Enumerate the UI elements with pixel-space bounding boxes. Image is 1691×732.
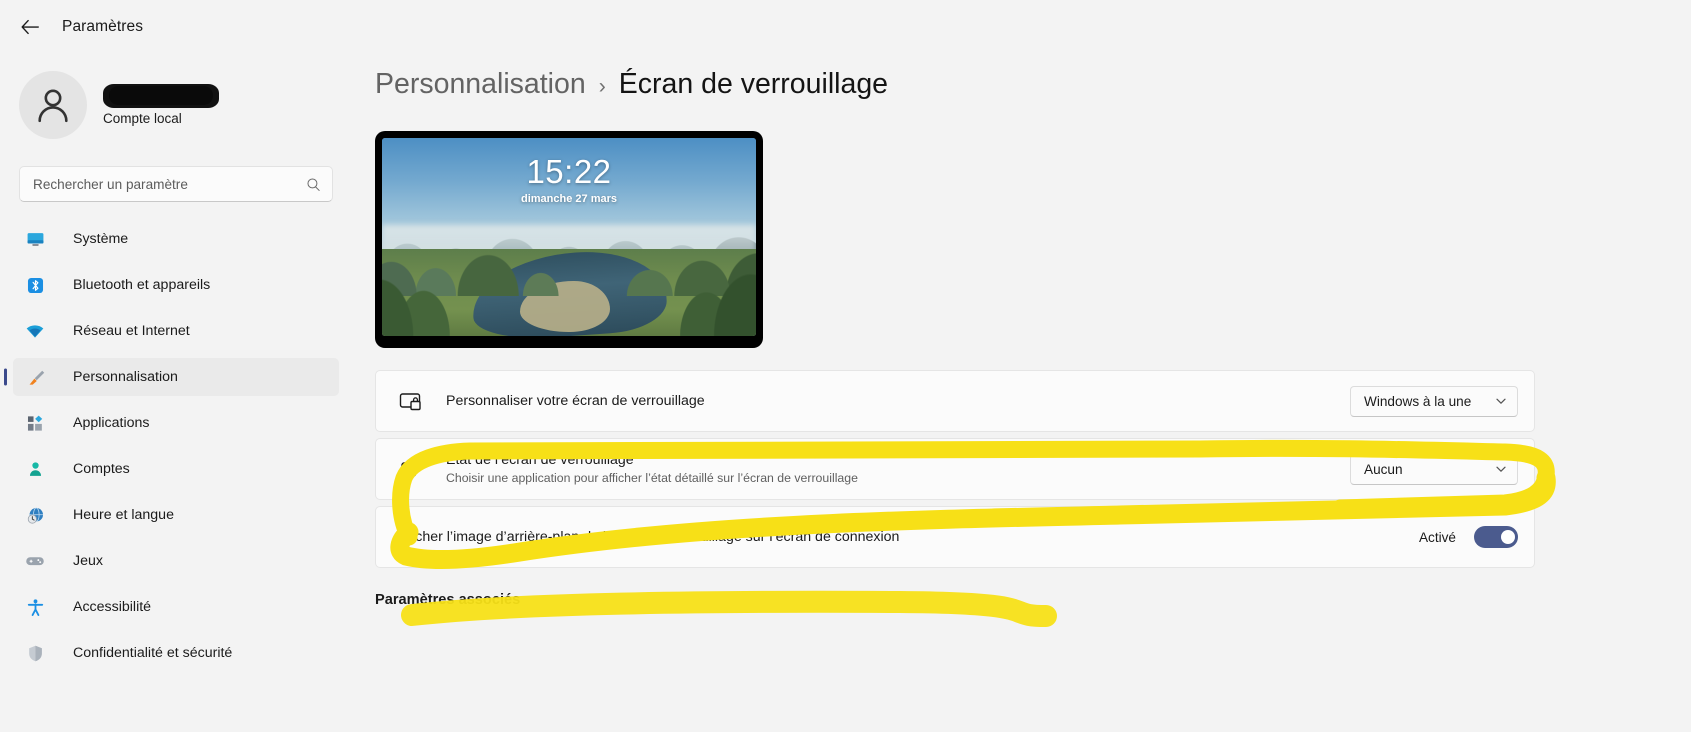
account-person-icon: [23, 458, 47, 480]
monitor-icon: [23, 228, 47, 250]
sidebar-item-reseau-et-internet[interactable]: Réseau et Internet: [13, 312, 339, 350]
main-content: Personnalisation › Écran de verrouillage…: [352, 54, 1691, 732]
page-title: Écran de verrouillage: [618, 68, 889, 100]
back-arrow-icon: [21, 19, 39, 35]
sidebar-item-systeme[interactable]: Système: [13, 220, 339, 258]
sidebar-item-label: Jeux: [73, 553, 103, 569]
search-input[interactable]: [33, 176, 305, 192]
row-subtitle: Choisir une application pour afficher l’…: [446, 470, 858, 485]
settings-window: Paramètres Compte local Rechercher un pa…: [0, 0, 1691, 732]
row-texts: Afficher l’image d’arrière-plan de l’écr…: [395, 528, 1419, 546]
account-info: Compte local: [103, 84, 219, 126]
title-bar: Paramètres: [0, 0, 1691, 54]
row-title: Afficher l’image d’arrière-plan de l’écr…: [395, 528, 900, 545]
sidebar-item-comptes[interactable]: Comptes: [13, 450, 339, 488]
row-control: Activé: [1419, 526, 1518, 548]
paintbrush-icon: [23, 366, 47, 388]
toggle-knob: [1501, 530, 1515, 544]
settings-list: Personnaliser votre écran de verrouillag…: [375, 370, 1535, 568]
sidebar-item-applications[interactable]: Applications: [13, 404, 339, 442]
dropdown-value: Aucun: [1364, 461, 1403, 477]
search-icon[interactable]: [305, 176, 322, 193]
breadcrumb-separator: ›: [598, 75, 606, 98]
chevron-down-icon: [1496, 398, 1506, 404]
show-background-toggle[interactable]: [1474, 526, 1518, 548]
sidebar-item-label: Accessibilité: [73, 599, 152, 615]
lock-screen-status-dropdown[interactable]: Aucun: [1350, 453, 1518, 485]
sidebar-item-label: Comptes: [73, 461, 130, 477]
shield-icon: [23, 642, 47, 664]
sidebar-item-personnalisation[interactable]: Personnalisation: [13, 358, 339, 396]
sidebar-item-bluetooth-et-appareils[interactable]: Bluetooth et appareils: [13, 266, 339, 304]
lock-screen-wallpaper: 15:22 dimanche 27 mars: [382, 138, 756, 336]
row-show-background-on-signin[interactable]: Afficher l’image d’arrière-plan de l’écr…: [375, 506, 1535, 568]
chevron-down-icon: [1496, 466, 1506, 472]
sidebar-item-jeux[interactable]: Jeux: [13, 542, 339, 580]
lock-screen-icon: [395, 385, 427, 417]
row-lock-screen-status[interactable]: État de l’écran de verrouillage Choisir …: [375, 438, 1535, 500]
sidebar-item-label: Bluetooth et appareils: [73, 277, 211, 293]
sidebar-item-heure-et-langue[interactable]: Heure et langue: [13, 496, 339, 534]
row-personalize-lock-screen[interactable]: Personnaliser votre écran de verrouillag…: [375, 370, 1535, 432]
lock-screen-preview[interactable]: 15:22 dimanche 27 mars: [375, 131, 763, 348]
row-texts: État de l’écran de verrouillage Choisir …: [446, 451, 1350, 486]
gamepad-icon: [23, 550, 47, 572]
row-control: Aucun: [1350, 453, 1518, 485]
row-title: État de l’écran de verrouillage: [446, 452, 634, 469]
clock-globe-icon: [23, 504, 47, 526]
row-texts: Personnaliser votre écran de verrouillag…: [446, 392, 1350, 410]
account-name-redacted: [103, 84, 219, 108]
row-title: Personnaliser votre écran de verrouillag…: [446, 392, 705, 409]
bluetooth-icon: [23, 274, 47, 296]
back-button[interactable]: [12, 9, 48, 45]
row-control: Windows à la une: [1350, 385, 1518, 417]
breadcrumb-parent-link[interactable]: Personnalisation: [375, 68, 586, 101]
sidebar-item-label: Applications: [73, 415, 150, 431]
sidebar-nav: Système Bluetooth et appareils Réseau et…: [0, 220, 352, 672]
dropdown-value: Windows à la une: [1364, 393, 1472, 409]
sidebar-item-accessibilite[interactable]: Accessibilité: [13, 588, 339, 626]
personalize-lock-screen-dropdown[interactable]: Windows à la une: [1350, 385, 1518, 417]
wallpaper-near-mountains: [382, 256, 756, 336]
apps-icon: [23, 412, 47, 434]
breadcrumb: Personnalisation › Écran de verrouillage: [352, 54, 1691, 112]
sidebar-item-confidentialite-et-securite[interactable]: Confidentialité et sécurité: [13, 634, 339, 672]
sidebar-item-label: Heure et langue: [73, 507, 174, 523]
sidebar-item-label: Personnalisation: [73, 369, 178, 385]
search-box[interactable]: [19, 166, 333, 202]
window-title: Paramètres: [62, 18, 144, 35]
sidebar: Compte local Système: [0, 54, 352, 732]
avatar: [19, 71, 87, 139]
lock-screen-status-icon: [395, 453, 427, 485]
person-avatar-icon: [38, 89, 68, 123]
related-settings-heading: Paramètres associés: [375, 592, 521, 608]
wifi-icon: [23, 320, 47, 342]
sidebar-item-label: Réseau et Internet: [73, 323, 190, 339]
account-summary[interactable]: Compte local: [0, 54, 352, 146]
sidebar-item-label: Système: [73, 231, 129, 247]
account-type-label: Compte local: [103, 111, 182, 126]
accessibility-person-icon: [23, 596, 47, 618]
toggle-state-label: Activé: [1418, 529, 1456, 545]
sidebar-item-label: Confidentialité et sécurité: [73, 645, 233, 661]
